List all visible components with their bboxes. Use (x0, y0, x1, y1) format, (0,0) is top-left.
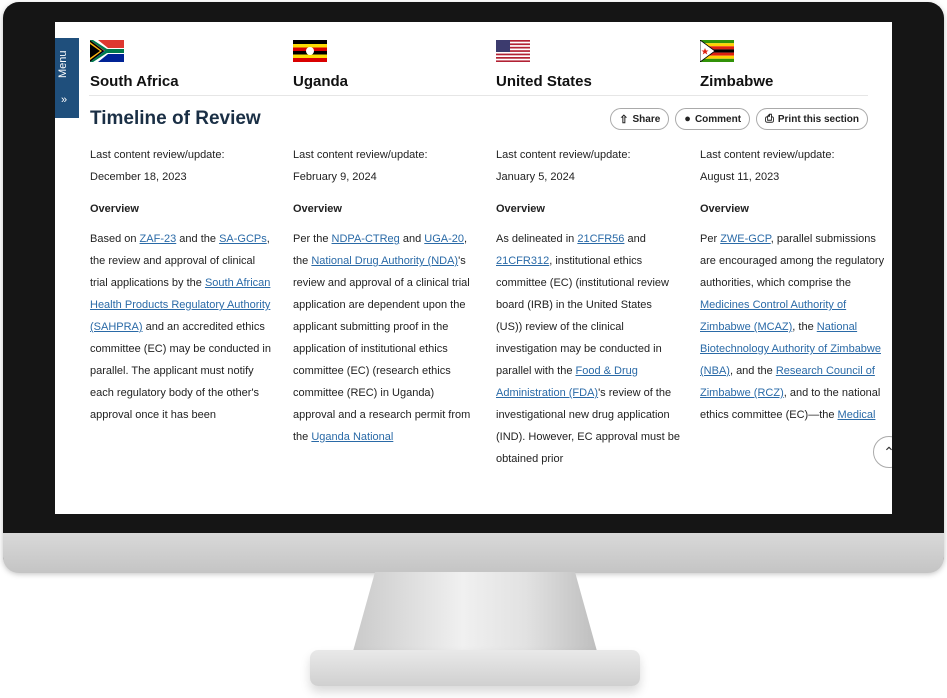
overview-text: Per ZWE-GCP, parallel submissions are en… (700, 228, 885, 426)
body-text: , institutional ethics committee (EC) (i… (496, 255, 669, 377)
monitor-bezel (3, 533, 944, 573)
reference-link[interactable]: ZWE-GCP (720, 233, 771, 245)
share-icon: ⇧ (619, 113, 629, 126)
reference-link[interactable]: Medical (838, 409, 876, 421)
printer-icon: ⎙ (765, 112, 774, 125)
country-column-united-states: Last content review/update: January 5, 2… (496, 144, 681, 470)
monitor-stand-base (310, 650, 640, 686)
menu-arrow-icon: » (61, 94, 68, 106)
review-label: Last content review/update: (90, 149, 225, 161)
screen: Menu » South Africa Uganda United States… (55, 22, 892, 514)
overview-heading: Overview (293, 203, 342, 215)
body-text: and (399, 233, 425, 245)
overview-heading: Overview (90, 203, 139, 215)
reference-link[interactable]: UGA-20 (424, 233, 464, 245)
body-text: As delineated in (496, 233, 578, 245)
body-text: and an accredited ethics committee (EC) … (90, 321, 271, 421)
country-column-south-africa: Last content review/update: December 18,… (90, 144, 275, 426)
menu-label: Menu (57, 50, 69, 78)
review-date: December 18, 2023 (90, 171, 187, 183)
review-label: Last content review/update: (293, 149, 428, 161)
reference-link[interactable]: 21CFR56 (577, 233, 624, 245)
reference-link[interactable]: National Drug Authority (NDA) (311, 255, 458, 267)
review-date: February 9, 2024 (293, 171, 377, 183)
body-text: 's review and approval of a clinical tri… (293, 255, 471, 443)
country-header-south-africa: South Africa (90, 40, 179, 90)
monitor-stand (350, 572, 600, 662)
reference-link[interactable]: SA-GCPs (219, 233, 267, 245)
scroll-to-top-button[interactable]: ⌃ (873, 436, 892, 468)
body-text: and (624, 233, 646, 245)
body-text: Per (700, 233, 721, 245)
country-column-zimbabwe: Last content review/update: August 11, 2… (700, 144, 885, 426)
country-name: Zimbabwe (700, 73, 774, 90)
united-states-flag-icon (496, 40, 530, 62)
reference-link[interactable]: ZAF-23 (140, 233, 177, 245)
reference-link[interactable]: Uganda National (311, 431, 393, 443)
body-text: , the (792, 321, 817, 333)
body-text: and the (176, 233, 220, 245)
overview-heading: Overview (700, 203, 749, 215)
body-text: Per the (293, 233, 332, 245)
south-africa-flag-icon (90, 40, 124, 62)
country-header-uganda: Uganda (293, 40, 348, 90)
reference-link[interactable]: 21CFR312 (496, 255, 549, 267)
menu-button[interactable]: Menu » (55, 38, 79, 118)
section-title: Timeline of Review (90, 108, 261, 129)
reference-link[interactable]: NDPA-CTReg (332, 233, 400, 245)
print-label: Print this section (777, 113, 859, 125)
share-button[interactable]: ⇧ Share (610, 108, 670, 130)
overview-heading: Overview (496, 203, 545, 215)
review-date: January 5, 2024 (496, 171, 575, 183)
uganda-flag-icon (293, 40, 327, 62)
comment-icon: ● (684, 113, 691, 125)
section-actions: ⇧ Share ● Comment ⎙ Print this section (610, 108, 868, 130)
review-label: Last content review/update: (496, 149, 631, 161)
body-text: Based on (90, 233, 140, 245)
overview-text: Per the NDPA-CTReg and UGA-20, the Natio… (293, 228, 478, 448)
header-divider (89, 95, 868, 96)
zimbabwe-flag-icon (699, 39, 734, 63)
overview-text: Based on ZAF-23 and the SA-GCPs, the rev… (90, 228, 275, 426)
country-name: Uganda (293, 73, 349, 90)
body-text: , and the (729, 365, 776, 377)
review-label: Last content review/update: (700, 149, 835, 161)
chevron-up-icon: ⌃ (883, 443, 892, 460)
country-header-united-states: United States (496, 40, 592, 90)
review-date: August 11, 2023 (700, 171, 780, 183)
country-header-zimbabwe: Zimbabwe (699, 39, 774, 90)
country-name: South Africa (90, 73, 179, 90)
print-button[interactable]: ⎙ Print this section (756, 108, 868, 130)
share-label: Share (632, 113, 661, 125)
comment-button[interactable]: ● Comment (675, 108, 751, 130)
country-column-uganda: Last content review/update: February 9, … (293, 144, 478, 448)
overview-text: As delineated in 21CFR56 and 21CFR312, i… (496, 228, 681, 470)
comment-label: Comment (694, 113, 742, 125)
country-name: United States (496, 73, 592, 90)
